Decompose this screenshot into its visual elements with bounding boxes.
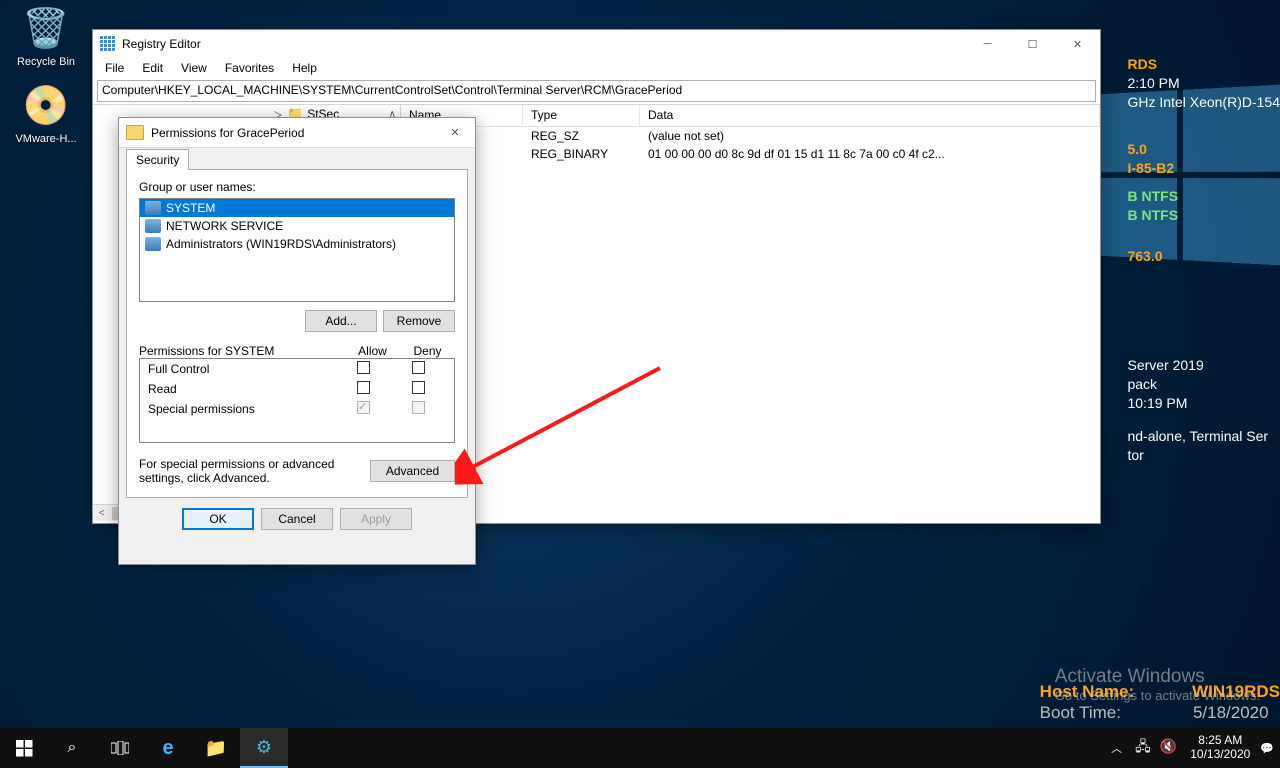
perm-row-full-control: Full Control bbox=[140, 359, 454, 379]
menu-file[interactable]: File bbox=[97, 60, 132, 76]
regedit-icon bbox=[100, 36, 116, 52]
users-icon bbox=[145, 219, 161, 233]
regedit-list[interactable]: Name Type Data ab REG_SZ (value not set)… bbox=[401, 105, 1100, 521]
allow-checkbox[interactable] bbox=[357, 361, 370, 374]
tray-chevron-up-icon[interactable]: ︿ bbox=[1111, 740, 1122, 756]
deny-header: Deny bbox=[400, 344, 455, 358]
user-list[interactable]: SYSTEM NETWORK SERVICE Administrators (W… bbox=[139, 198, 455, 302]
ok-button[interactable]: OK bbox=[182, 508, 254, 530]
search-button[interactable]: ⌕ bbox=[48, 728, 96, 768]
regedit-titlebar[interactable]: Registry Editor ─ ☐ ✕ bbox=[93, 30, 1100, 58]
scroll-left-icon[interactable]: < bbox=[93, 508, 110, 519]
package-icon: 📀 bbox=[22, 82, 70, 130]
regedit-menubar: File Edit View Favorites Help bbox=[93, 58, 1100, 78]
allow-header: Allow bbox=[345, 344, 400, 358]
deny-checkbox[interactable] bbox=[412, 381, 425, 394]
action-center-icon[interactable]: 💬 bbox=[1260, 742, 1274, 755]
list-row[interactable]: ab REG_SZ (value not set) bbox=[401, 127, 1100, 145]
folder-icon: 📁 bbox=[205, 738, 227, 759]
taskbar-servermanager[interactable]: ⚙ bbox=[240, 728, 288, 768]
allow-checkbox[interactable] bbox=[357, 381, 370, 394]
permissions-dialog: Permissions for GracePeriod ✕ Security G… bbox=[118, 117, 476, 565]
deny-checkbox bbox=[412, 401, 425, 414]
ie-icon: e bbox=[162, 737, 173, 760]
activate-windows-watermark: Activate Windows Go to Settings to activ… bbox=[1055, 666, 1260, 703]
permissions-for-label: Permissions for SYSTEM bbox=[139, 344, 345, 358]
bginfo-overlay: RDS 2:10 PM GHz Intel Xeon(R)D-154 5.0 I… bbox=[1127, 55, 1280, 465]
system-tray: ︿ 🖧 🔇 8:25 AM 10/13/2020 💬 bbox=[1111, 734, 1280, 762]
perm-row-special: Special permissions bbox=[140, 399, 454, 419]
regedit-title: Registry Editor bbox=[122, 37, 965, 51]
tab-security[interactable]: Security bbox=[126, 149, 189, 170]
server-icon: ⚙ bbox=[256, 737, 272, 758]
allow-checkbox bbox=[357, 401, 370, 414]
remove-button[interactable]: Remove bbox=[383, 310, 455, 332]
desktop-icon-recycle-bin[interactable]: 🗑️ Recycle Bin bbox=[8, 5, 84, 68]
perm-row-read: Read bbox=[140, 379, 454, 399]
user-item-network[interactable]: NETWORK SERVICE bbox=[140, 217, 454, 235]
advanced-button[interactable]: Advanced bbox=[370, 460, 455, 482]
user-item-admins[interactable]: Administrators (WIN19RDS\Administrators) bbox=[140, 235, 454, 253]
menu-edit[interactable]: Edit bbox=[134, 60, 171, 76]
cancel-button[interactable]: Cancel bbox=[261, 508, 333, 530]
taskbar: ⌕ e 📁 ⚙ ︿ 🖧 🔇 8:25 AM 10/13/2020 💬 bbox=[0, 728, 1280, 768]
search-icon: ⌕ bbox=[68, 739, 77, 757]
list-header: Name Type Data bbox=[401, 105, 1100, 127]
add-button[interactable]: Add... bbox=[305, 310, 377, 332]
apply-button[interactable]: Apply bbox=[340, 508, 412, 530]
group-user-label: Group or user names: bbox=[139, 180, 455, 194]
windows-icon bbox=[16, 740, 33, 757]
users-icon bbox=[145, 201, 161, 215]
menu-help[interactable]: Help bbox=[284, 60, 325, 76]
regedit-address-bar[interactable]: Computer\HKEY_LOCAL_MACHINE\SYSTEM\Curre… bbox=[97, 80, 1096, 102]
close-button[interactable]: ✕ bbox=[435, 119, 475, 147]
start-button[interactable] bbox=[0, 728, 48, 768]
menu-favorites[interactable]: Favorites bbox=[217, 60, 282, 76]
user-item-system[interactable]: SYSTEM bbox=[140, 199, 454, 217]
users-icon bbox=[145, 237, 161, 251]
taskbar-ie[interactable]: e bbox=[144, 728, 192, 768]
column-data[interactable]: Data bbox=[640, 105, 1100, 126]
perm-titlebar[interactable]: Permissions for GracePeriod ✕ bbox=[119, 118, 475, 148]
perm-title: Permissions for GracePeriod bbox=[151, 126, 435, 140]
task-view-button[interactable] bbox=[96, 728, 144, 768]
minimize-button[interactable]: ─ bbox=[965, 30, 1010, 58]
menu-view[interactable]: View bbox=[173, 60, 215, 76]
task-view-icon bbox=[111, 741, 129, 755]
recycle-bin-icon: 🗑️ bbox=[22, 5, 70, 53]
taskbar-clock[interactable]: 8:25 AM 10/13/2020 bbox=[1190, 734, 1250, 762]
network-icon[interactable]: 🖧 bbox=[1135, 738, 1151, 754]
desktop-icon-vmware[interactable]: 📀 VMware-H... bbox=[8, 82, 84, 145]
advanced-text: For special permissions or advanced sett… bbox=[139, 457, 362, 485]
close-button[interactable]: ✕ bbox=[1055, 30, 1100, 58]
deny-checkbox[interactable] bbox=[412, 361, 425, 374]
taskbar-explorer[interactable]: 📁 bbox=[192, 728, 240, 768]
maximize-button[interactable]: ☐ bbox=[1010, 30, 1055, 58]
volume-mute-icon[interactable]: 🔇 bbox=[1160, 738, 1177, 754]
list-row[interactable]: 01MEBO... REG_BINARY 01 00 00 00 d0 8c 9… bbox=[401, 145, 1100, 163]
column-type[interactable]: Type bbox=[523, 105, 640, 126]
permission-checklist: Full Control Read Special permissions bbox=[139, 358, 455, 443]
folder-icon bbox=[126, 125, 144, 140]
